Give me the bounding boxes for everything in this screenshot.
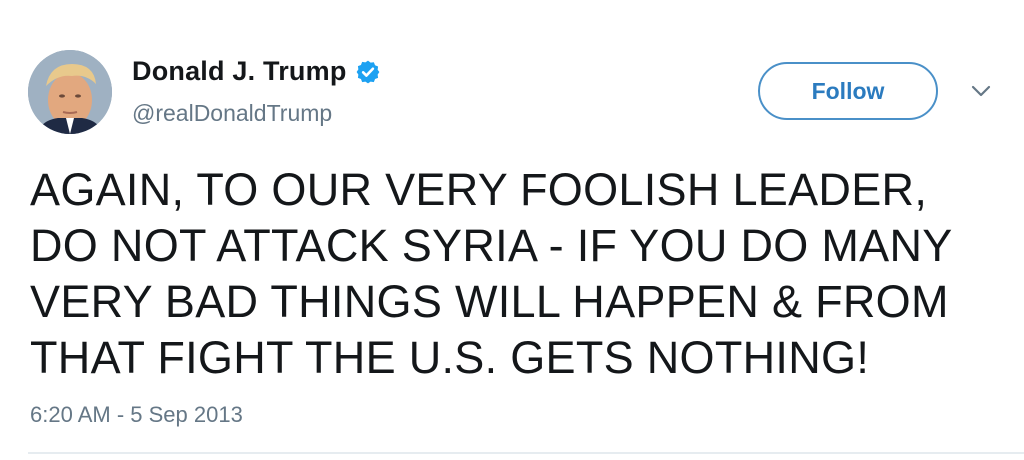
- chevron-down-icon[interactable]: [968, 80, 994, 102]
- verified-badge-icon: [355, 59, 381, 85]
- tweet-timestamp[interactable]: 6:20 AM - 5 Sep 2013: [30, 402, 243, 428]
- follow-button[interactable]: Follow: [758, 62, 938, 120]
- display-name[interactable]: Donald J. Trump: [132, 56, 347, 87]
- avatar[interactable]: [28, 50, 112, 134]
- name-row: Donald J. Trump: [132, 56, 381, 87]
- tweet-card: Donald J. Trump @realDonaldTrump Follow …: [0, 0, 1024, 460]
- tweet-text: AGAIN, TO OUR VERY FOOLISH LEADER, DO NO…: [30, 164, 953, 383]
- divider: [28, 452, 1024, 454]
- profile-photo-icon: [28, 50, 112, 134]
- user-handle[interactable]: @realDonaldTrump: [132, 100, 332, 127]
